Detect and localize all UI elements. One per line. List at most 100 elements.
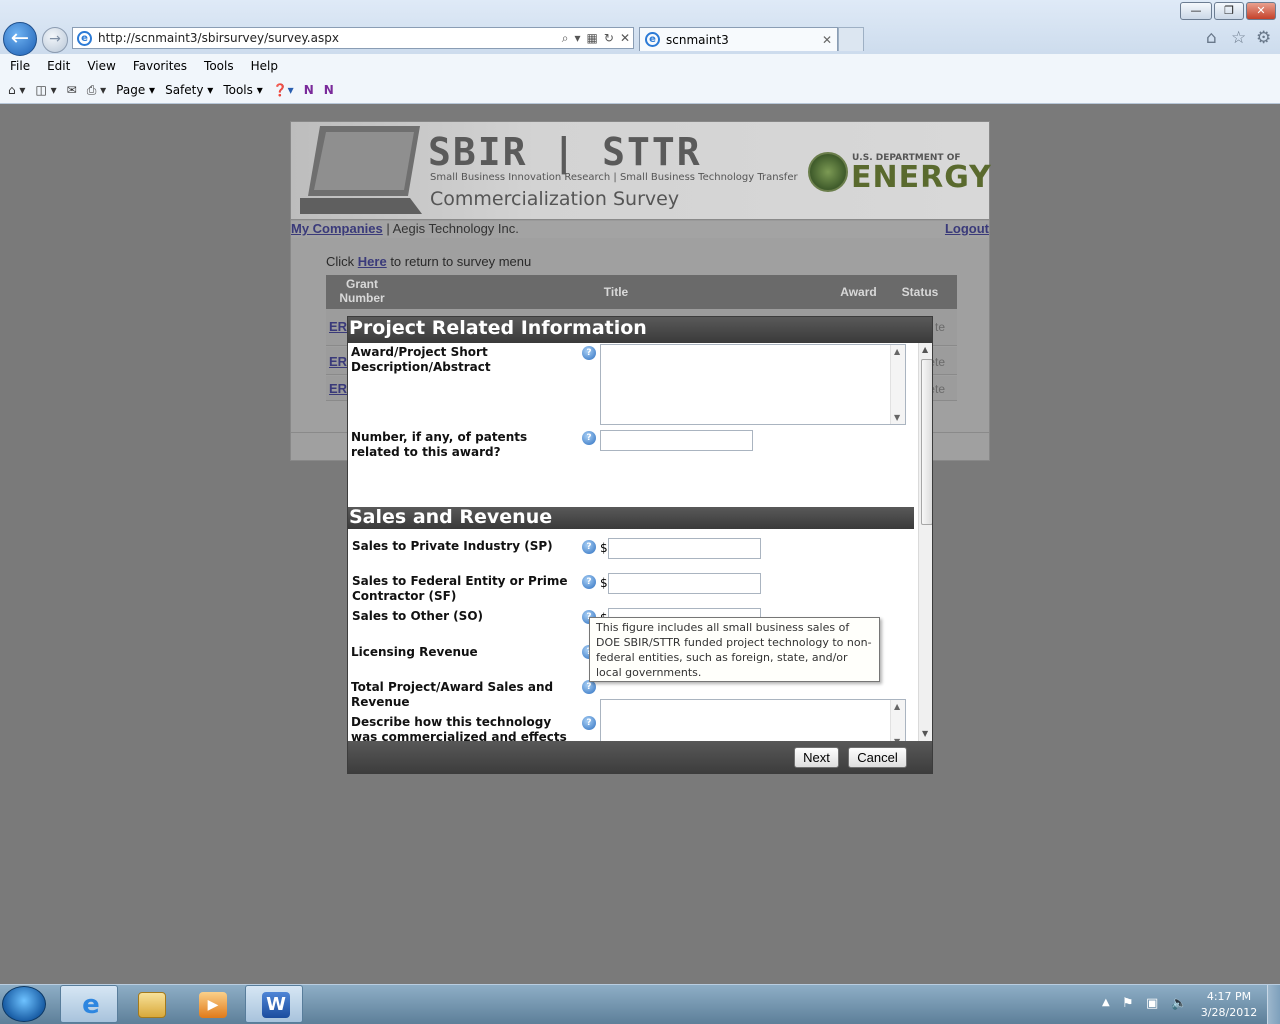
help-icon[interactable]: ❓▾ (273, 83, 294, 97)
doe-seal-logo (808, 152, 848, 192)
start-button[interactable] (2, 986, 46, 1022)
describe-help-icon[interactable]: ? (582, 716, 596, 730)
survey-modal-dialog: Project Related Information Award/Projec… (347, 316, 933, 774)
compatibility-view-icon[interactable]: ▦ (587, 31, 598, 45)
sales-private-input[interactable] (608, 538, 761, 559)
abstract-label: Award/Project Short Description/Abstract (351, 345, 491, 374)
patents-help-icon[interactable]: ? (582, 431, 596, 445)
mail-icon[interactable]: ✉ (67, 83, 77, 97)
sales-federal-help-icon[interactable]: ? (582, 575, 596, 589)
safety-menu-label: Safety (165, 83, 204, 97)
print-icon[interactable]: ⎙ ▾ (87, 83, 106, 98)
project-info-section-header: Project Related Information (348, 317, 932, 343)
menu-file[interactable]: File (10, 59, 30, 73)
minimize-button[interactable]: — (1180, 2, 1212, 20)
here-link[interactable]: Here (358, 254, 387, 269)
sales-private-help-icon[interactable]: ? (582, 540, 596, 554)
patents-input[interactable] (600, 430, 753, 451)
sales-other-label: Sales to Other (SO) (352, 609, 483, 623)
volume-icon[interactable]: 🔈 (1171, 996, 1187, 1011)
scrollbar-thumb[interactable] (921, 359, 932, 525)
scroll-up-arrow-icon[interactable]: ▲ (922, 345, 928, 354)
status-cell: te (934, 320, 945, 334)
sales-private-label: Sales to Private Industry (SP) (352, 539, 553, 553)
taskbar-explorer[interactable] (121, 985, 179, 1023)
dropdown-arrow-icon[interactable]: ▾ (575, 31, 581, 45)
sbir-subtitle: Small Business Innovation Research | Sma… (430, 172, 798, 183)
tab-title: scnmaint3 (666, 32, 729, 47)
stop-icon[interactable]: ✕ (620, 31, 630, 45)
onenote-icon[interactable]: N (304, 83, 314, 97)
folder-icon (138, 992, 166, 1018)
status-header: Status (901, 285, 939, 299)
total-sales-label: Total Project/Award Sales and Revenue (351, 680, 554, 709)
menu-tools[interactable]: Tools (204, 59, 234, 73)
cancel-button[interactable]: Cancel (848, 747, 907, 768)
favorites-star-icon[interactable]: ☆ (1231, 28, 1246, 48)
click-prefix: Click (326, 254, 358, 269)
patents-label: Number, if any, of patents related to th… (351, 430, 528, 459)
grant-link[interactable]: ER (329, 319, 347, 334)
taskbar-ie[interactable]: e (60, 985, 118, 1023)
refresh-icon[interactable]: ↻ (604, 31, 614, 45)
sales-revenue-section-header: Sales and Revenue (348, 507, 914, 529)
new-tab-button[interactable] (838, 27, 864, 51)
grant-link[interactable]: ER (329, 381, 347, 396)
sales-federal-input[interactable] (608, 573, 761, 594)
onenote-linked-icon[interactable]: N (324, 83, 334, 97)
show-desktop-button[interactable] (1267, 985, 1280, 1024)
menu-view[interactable]: View (87, 59, 115, 73)
menu-bar: File Edit View Favorites Tools Help (0, 54, 1280, 78)
word-icon: W (262, 992, 290, 1018)
return-instructions: Click Here to return to survey menu (326, 254, 531, 269)
grants-table-header: Grant Number Title Award Status (326, 275, 957, 309)
home-cmd-icon[interactable]: ⌂ ▾ (8, 83, 25, 97)
restore-button[interactable]: ❐ (1214, 2, 1244, 20)
system-clock[interactable]: 4:17 PM 3/28/2012 (1196, 989, 1262, 1021)
scroll-down-arrow-icon[interactable]: ▼ (922, 729, 928, 738)
describe-textarea[interactable]: ▲▼ (600, 699, 906, 741)
abstract-help-icon[interactable]: ? (582, 346, 596, 360)
help-tooltip: This figure includes all small business … (589, 617, 880, 682)
tab-close-icon[interactable]: ✕ (822, 33, 832, 47)
action-center-flag-icon[interactable]: ⚑ (1122, 996, 1134, 1011)
grant-link[interactable]: ER (329, 354, 347, 369)
tray-expand-icon[interactable]: ▲ (1102, 997, 1110, 1008)
describe-textarea-scrollbar[interactable]: ▲▼ (890, 700, 905, 741)
forward-button[interactable]: → (42, 27, 68, 53)
search-icon[interactable]: ⌕ (562, 31, 569, 46)
currency-symbol: $ (600, 541, 608, 555)
settings-gear-icon[interactable]: ⚙ (1256, 28, 1271, 48)
my-companies-link[interactable]: My Companies (291, 221, 383, 236)
currency-symbol: $ (600, 576, 608, 590)
licensing-label: Licensing Revenue (351, 645, 478, 659)
home-icon[interactable]: ⌂ (1206, 28, 1217, 48)
modal-scrollbar[interactable]: ▲ ▼ (918, 343, 932, 741)
describe-label: Describe how this technology was commerc… (351, 715, 567, 741)
sales-federal-label: Sales to Federal Entity or Prime Contrac… (352, 574, 568, 603)
page-menu[interactable]: Page ▾ (116, 83, 155, 97)
nav-separator: | (382, 221, 393, 236)
safety-menu[interactable]: Safety ▾ (165, 83, 213, 97)
browser-tab[interactable]: e scnmaint3 ✕ (639, 27, 838, 51)
close-window-button[interactable]: ✕ (1246, 2, 1276, 20)
network-icon[interactable]: ▣ (1146, 996, 1158, 1011)
url-text[interactable]: http://scnmaint3/sbirsurvey/survey.aspx (98, 31, 559, 45)
back-button[interactable]: ← (3, 22, 37, 56)
taskbar-media-player[interactable]: ▶ (182, 985, 240, 1023)
next-button[interactable]: Next (794, 747, 839, 768)
abstract-textarea-scrollbar[interactable]: ▲ ▼ (890, 345, 905, 424)
clock-date: 3/28/2012 (1200, 1006, 1258, 1019)
address-bar[interactable]: e http://scnmaint3/sbirsurvey/survey.asp… (72, 27, 634, 49)
menu-help[interactable]: Help (251, 59, 278, 73)
taskbar-word[interactable]: W (245, 985, 303, 1023)
feeds-icon[interactable]: ◫ ▾ (35, 83, 56, 97)
tools-menu[interactable]: Tools ▾ (223, 83, 262, 97)
abstract-textarea[interactable]: ▲ ▼ (600, 344, 906, 425)
title-header: Title (603, 285, 629, 299)
logout-link[interactable]: Logout (945, 221, 989, 236)
menu-edit[interactable]: Edit (47, 59, 70, 73)
ie-page-icon: e (77, 30, 92, 46)
total-sales-help-icon[interactable]: ? (582, 680, 596, 694)
menu-favorites[interactable]: Favorites (133, 59, 187, 73)
